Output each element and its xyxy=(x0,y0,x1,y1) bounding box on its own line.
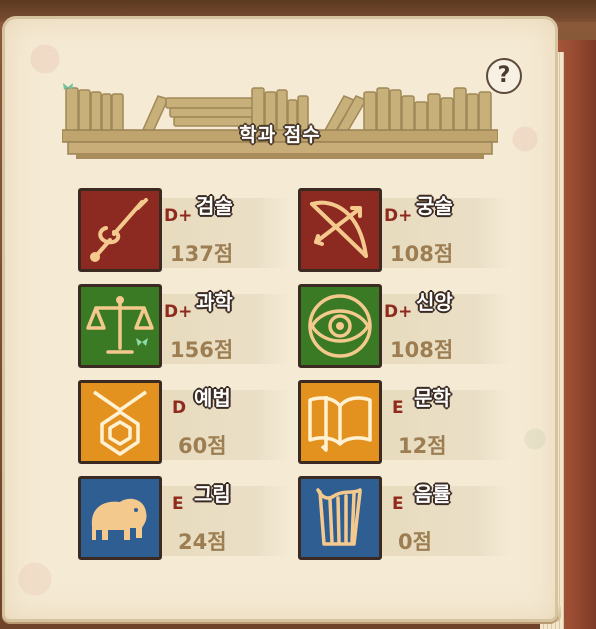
subject-card-drawing[interactable]: E 그림 24점 xyxy=(78,476,290,560)
subject-name: 궁술 xyxy=(416,194,453,218)
subject-score: 60점 xyxy=(178,434,227,458)
subject-score: 24점 xyxy=(178,530,227,554)
pendant-icon xyxy=(78,380,162,464)
bow-icon xyxy=(298,188,382,272)
page-title: 학과 점수 xyxy=(239,124,321,146)
subject-card-swordsmanship[interactable]: D+ 검술 137점 xyxy=(78,188,290,272)
subject-card-faith[interactable]: D+ 신앙 108점 xyxy=(298,284,510,368)
subject-name: 문학 xyxy=(414,386,451,410)
subject-grade: E xyxy=(392,398,404,418)
sword-icon xyxy=(78,188,162,272)
subject-grade: D xyxy=(172,398,187,418)
butterfly-icon xyxy=(63,83,73,90)
subject-grade: D+ xyxy=(384,302,413,322)
subject-grade: D+ xyxy=(384,206,413,226)
eye-icon xyxy=(298,284,382,368)
subject-card-music[interactable]: E 음률 0점 xyxy=(298,476,510,560)
subject-grade: E xyxy=(172,494,184,514)
subject-score: 108점 xyxy=(390,338,454,362)
subject-score: 0점 xyxy=(398,530,432,554)
scales-icon xyxy=(78,284,162,368)
subject-name: 과학 xyxy=(196,290,233,314)
subject-card-science[interactable]: D+ 과학 156점 xyxy=(78,284,290,368)
subject-name: 신앙 xyxy=(416,290,453,314)
subject-grade: D+ xyxy=(164,206,193,226)
subject-score: 156점 xyxy=(170,338,234,362)
subject-score: 12점 xyxy=(398,434,447,458)
subject-card-etiquette[interactable]: D 예법 60점 xyxy=(78,380,290,464)
subject-card-literature[interactable]: E 문학 12점 xyxy=(298,380,510,464)
subject-name: 음률 xyxy=(414,482,451,506)
subject-grade: E xyxy=(392,494,404,514)
harp-icon xyxy=(298,476,382,560)
subject-name: 그림 xyxy=(194,482,231,506)
elephant-icon xyxy=(78,476,162,560)
subject-grade: D+ xyxy=(164,302,193,322)
subject-name: 검술 xyxy=(196,194,233,218)
subject-score: 137점 xyxy=(170,242,234,266)
subject-card-archery[interactable]: D+ 궁술 108점 xyxy=(298,188,510,272)
book-icon xyxy=(298,380,382,464)
bookshelf-header: 학과 점수 xyxy=(62,82,498,160)
subject-score: 108점 xyxy=(390,242,454,266)
subject-name: 예법 xyxy=(194,386,231,410)
